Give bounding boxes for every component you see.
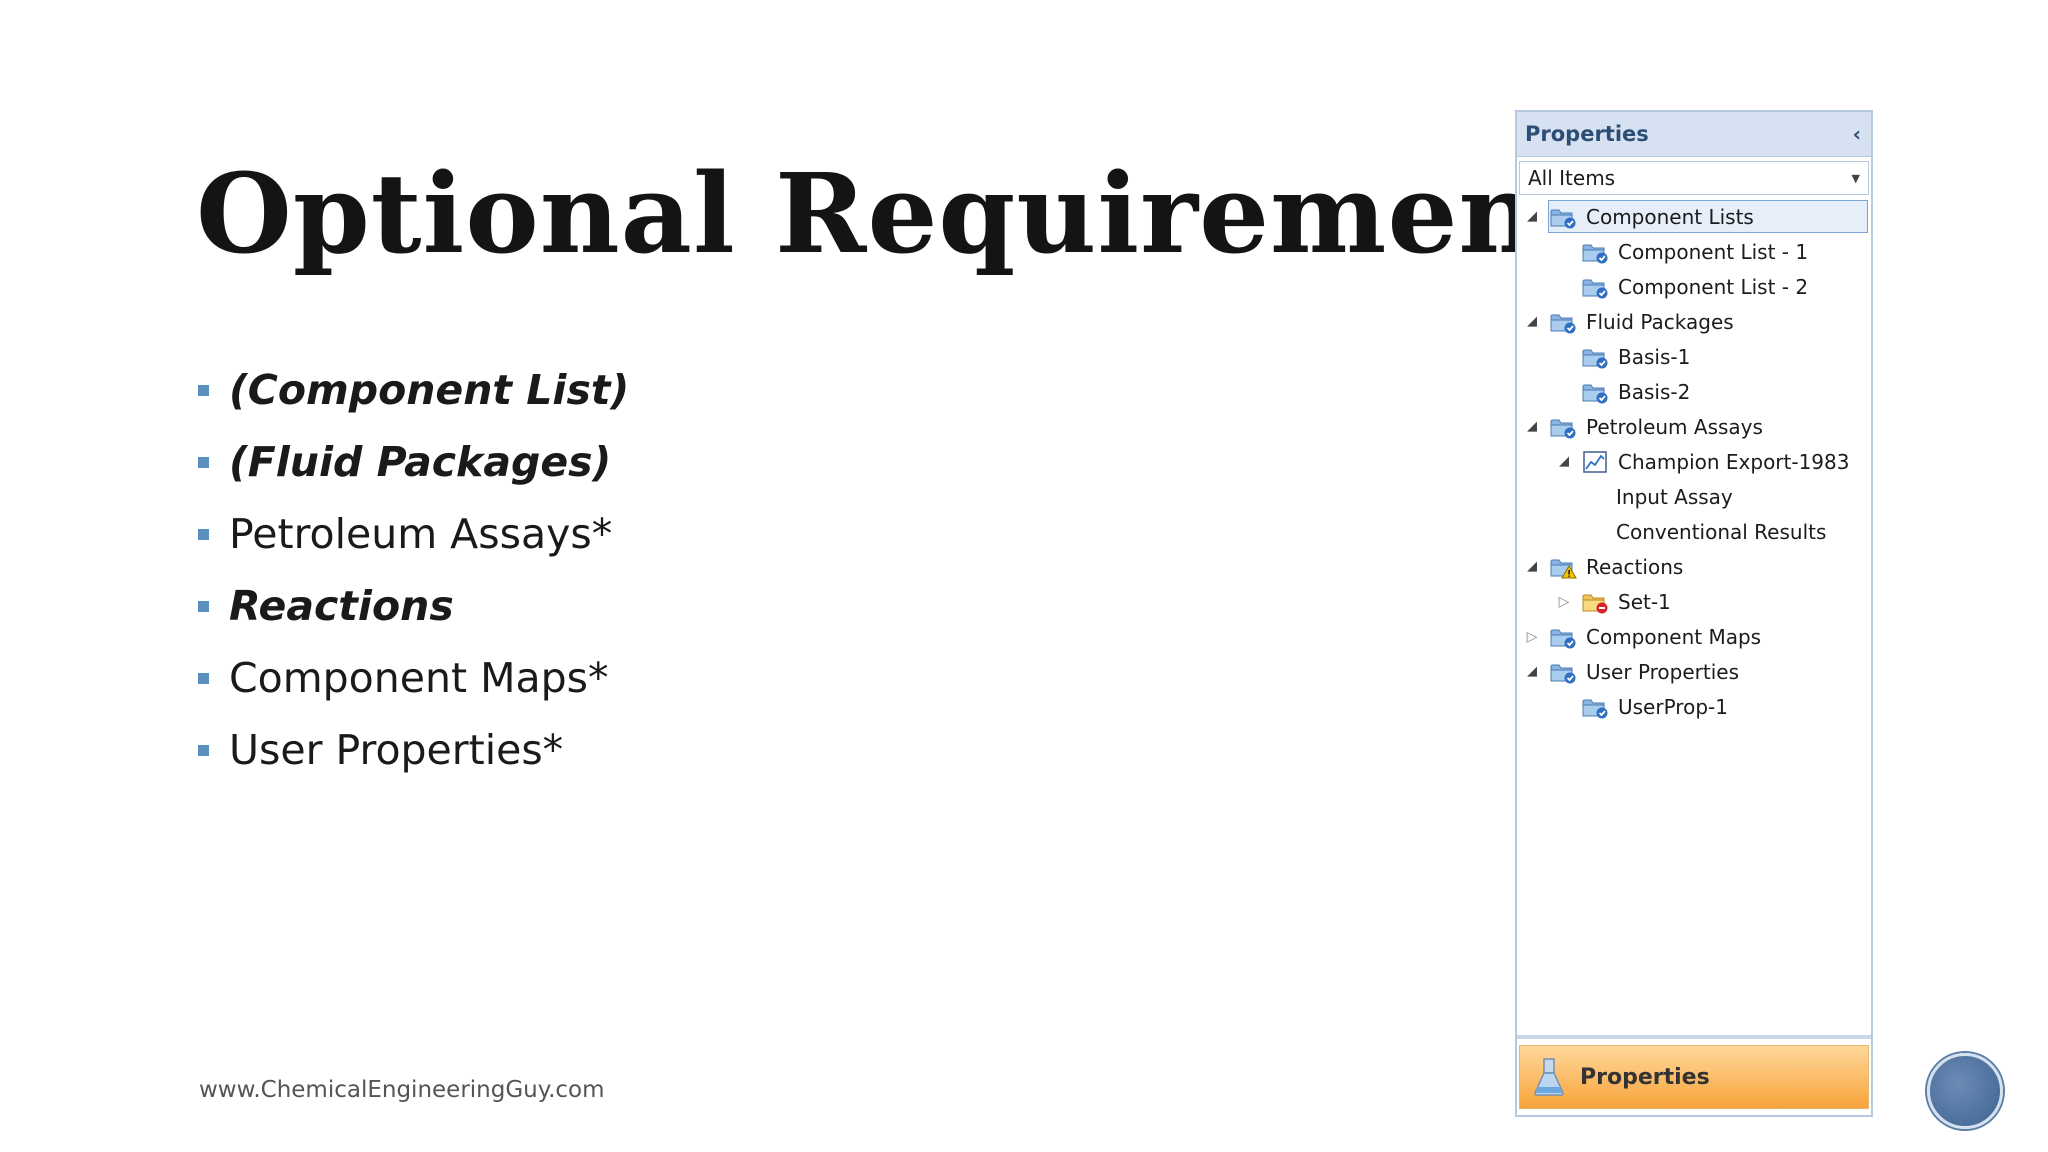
tree-item-label: Petroleum Assays bbox=[1586, 414, 1763, 439]
folder-check-icon bbox=[1550, 664, 1576, 683]
bullet-list: (Component List) (Fluid Packages) Petrol… bbox=[198, 354, 629, 786]
tree-item-label: Conventional Results bbox=[1616, 519, 1827, 544]
panel-header: Properties ‹ bbox=[1517, 112, 1871, 157]
folder-error-icon bbox=[1582, 594, 1608, 613]
bullet-square-icon bbox=[198, 672, 209, 684]
navigation-button[interactable] bbox=[1927, 1053, 2003, 1129]
folder-check-icon bbox=[1582, 699, 1608, 718]
flask-icon bbox=[1534, 1058, 1564, 1096]
bullet-text: Reactions bbox=[229, 582, 454, 630]
bullet-item: User Properties* bbox=[198, 714, 629, 786]
properties-panel: Properties ‹ All Items ▼ ◢ Component List… bbox=[1515, 110, 1873, 1117]
properties-tab-button[interactable]: Properties bbox=[1519, 1045, 1869, 1109]
folder-check-icon bbox=[1550, 209, 1576, 228]
tree-item-label: Input Assay bbox=[1616, 484, 1733, 509]
dropdown-arrow-icon[interactable]: ▼ bbox=[1852, 172, 1860, 185]
bullet-item: Petroleum Assays* bbox=[198, 498, 629, 570]
tree-item[interactable]: Basis-2 bbox=[1517, 374, 1871, 409]
tree-item-label: Champion Export-1983 bbox=[1618, 449, 1850, 474]
folder-check-icon bbox=[1582, 244, 1608, 263]
folder-check-icon bbox=[1582, 279, 1608, 298]
tree-item-label: Basis-2 bbox=[1618, 379, 1691, 404]
tree-item[interactable]: ◢ Reactions bbox=[1517, 549, 1871, 584]
tree-item[interactable]: Component List - 1 bbox=[1517, 234, 1871, 269]
tree-item[interactable]: Basis-1 bbox=[1517, 339, 1871, 374]
bullet-text: Component Maps* bbox=[229, 654, 609, 702]
tree-item[interactable]: ▷ Component Maps bbox=[1517, 619, 1871, 654]
tree-item[interactable]: ◢ Petroleum Assays bbox=[1517, 409, 1871, 444]
expand-triangle-icon[interactable]: ◢ bbox=[1525, 419, 1539, 434]
bullet-square-icon bbox=[198, 384, 209, 396]
tree-item-label: User Properties bbox=[1586, 659, 1740, 684]
folder-check-icon bbox=[1550, 629, 1576, 648]
bullet-item: Reactions bbox=[198, 570, 629, 642]
bullet-text: Petroleum Assays* bbox=[229, 510, 613, 558]
tree-item[interactable]: Input Assay bbox=[1517, 479, 1871, 514]
collapse-triangle-icon[interactable]: ▷ bbox=[1557, 594, 1571, 610]
panel-title: Properties bbox=[1525, 122, 1649, 146]
folder-check-icon bbox=[1550, 419, 1576, 438]
chevron-left-icon[interactable]: ‹ bbox=[1853, 122, 1861, 146]
tree-item-label: Component Maps bbox=[1586, 624, 1762, 649]
tree-item[interactable]: UserProp-1 bbox=[1517, 689, 1871, 724]
expand-triangle-icon[interactable]: ◢ bbox=[1525, 209, 1539, 224]
collapse-triangle-icon[interactable]: ▷ bbox=[1525, 629, 1539, 645]
properties-tab-label: Properties bbox=[1580, 1064, 1710, 1090]
expand-triangle-icon[interactable]: ◢ bbox=[1525, 559, 1539, 574]
tree-item[interactable]: ◢ Champion Export-1983 bbox=[1517, 444, 1871, 479]
footer-url: www.ChemicalEngineeringGuy.com bbox=[199, 1077, 605, 1103]
expand-triangle-icon[interactable]: ◢ bbox=[1557, 454, 1571, 469]
bullet-item: Component Maps* bbox=[198, 642, 629, 714]
tree-item-label: UserProp-1 bbox=[1618, 694, 1728, 719]
tree-item-label: Fluid Packages bbox=[1586, 309, 1734, 334]
slide-title: Optional Requirements bbox=[196, 149, 1655, 278]
tree-item[interactable]: Conventional Results bbox=[1517, 514, 1871, 549]
tree-item[interactable]: ◢ Fluid Packages bbox=[1517, 304, 1871, 339]
tree-item-label: Component Lists bbox=[1586, 204, 1754, 229]
slide: Optional Requirements (Component List) (… bbox=[0, 0, 2048, 1152]
expand-triangle-icon[interactable]: ◢ bbox=[1525, 314, 1539, 329]
tree-item[interactable]: ▷ Set-1 bbox=[1517, 584, 1871, 619]
bullet-square-icon bbox=[198, 528, 209, 540]
bullet-square-icon bbox=[198, 744, 209, 756]
tree-item-label: Reactions bbox=[1586, 554, 1684, 579]
folder-check-icon bbox=[1582, 349, 1608, 368]
tree-item[interactable]: Component List - 2 bbox=[1517, 269, 1871, 304]
bullet-text: (Component List) bbox=[229, 366, 630, 414]
expand-triangle-icon[interactable]: ◢ bbox=[1525, 664, 1539, 679]
tree-item-label: Component List - 1 bbox=[1618, 239, 1809, 264]
tree-item-label: Component List - 2 bbox=[1618, 274, 1809, 299]
chart-line-icon bbox=[1583, 450, 1607, 473]
folder-warning-icon bbox=[1550, 559, 1577, 578]
tree-item-label: Basis-1 bbox=[1618, 344, 1691, 369]
tree-item[interactable]: ◢ User Properties bbox=[1517, 654, 1871, 689]
bullet-square-icon bbox=[198, 456, 209, 468]
properties-tree: ◢ Component Lists Component List - 1 Compon… bbox=[1517, 199, 1871, 724]
filter-value: All Items bbox=[1528, 166, 1616, 190]
bullet-square-icon bbox=[198, 600, 209, 612]
panel-footer: Properties bbox=[1517, 1035, 1871, 1115]
bullet-text: User Properties* bbox=[229, 726, 564, 774]
bullet-item: (Fluid Packages) bbox=[198, 426, 629, 498]
folder-check-icon bbox=[1582, 384, 1608, 403]
bullet-item: (Component List) bbox=[198, 354, 629, 426]
tree-item[interactable]: ◢ Component Lists bbox=[1517, 199, 1871, 234]
filter-dropdown[interactable]: All Items ▼ bbox=[1519, 161, 1869, 195]
bullet-text: (Fluid Packages) bbox=[229, 438, 612, 486]
folder-check-icon bbox=[1550, 314, 1576, 333]
tree-item-label: Set-1 bbox=[1618, 589, 1671, 614]
